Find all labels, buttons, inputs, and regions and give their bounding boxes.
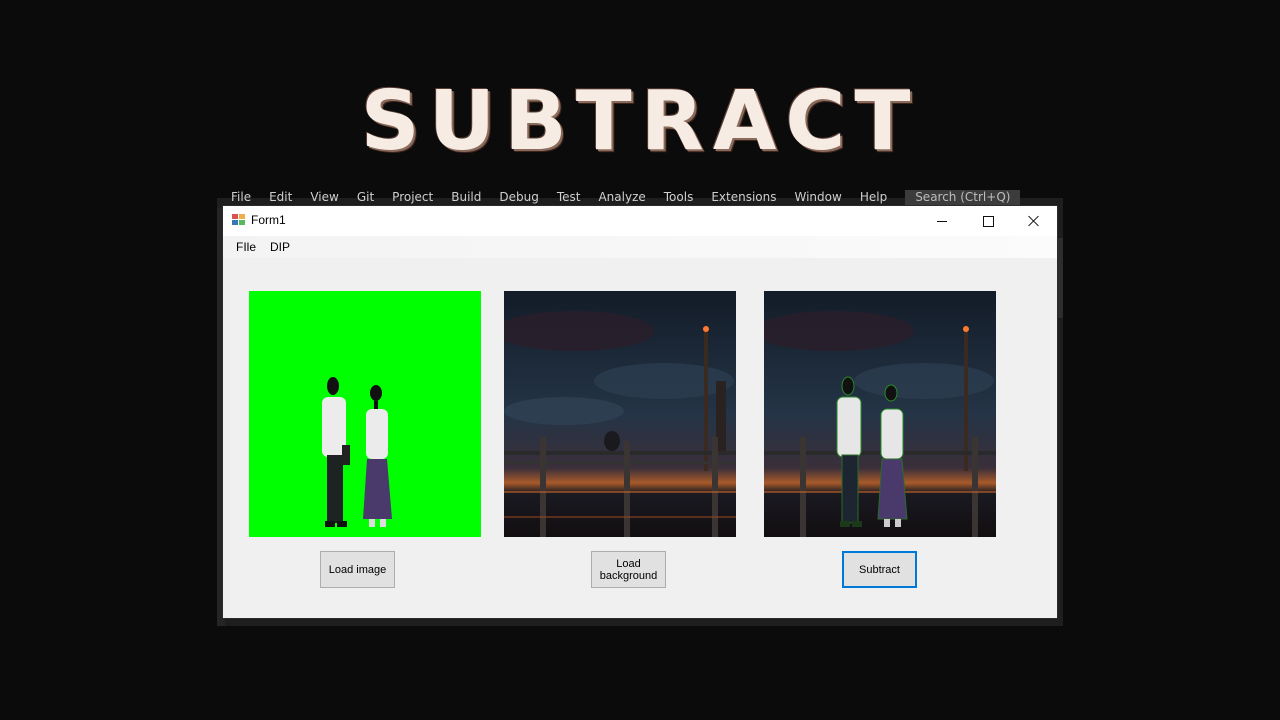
title-bar[interactable]: Form1 — [223, 206, 1057, 236]
menu-bar: FIle DIP — [223, 236, 1057, 258]
window-title: Form1 — [251, 213, 286, 227]
menu-dip[interactable]: DIP — [263, 236, 297, 258]
ide-menu-build[interactable]: Build — [451, 190, 481, 206]
ide-menu-git[interactable]: Git — [357, 190, 374, 206]
form1-window: Form1 FIle DIP Load image Load backgroun… — [223, 206, 1057, 618]
minimize-icon — [937, 220, 947, 222]
ide-menu-bar: File Edit View Git Project Build Debug T… — [217, 190, 1063, 206]
maximize-icon — [982, 215, 994, 227]
ide-menu-view[interactable]: View — [310, 190, 338, 206]
ide-menu-help[interactable]: Help — [860, 190, 887, 206]
ide-menu-file[interactable]: File — [231, 190, 251, 206]
subtract-button[interactable]: Subtract — [842, 551, 917, 588]
load-image-button[interactable]: Load image — [320, 551, 395, 588]
result-image — [764, 291, 996, 537]
ide-menu-edit[interactable]: Edit — [269, 190, 292, 206]
ide-menu-window[interactable]: Window — [795, 190, 842, 206]
foreground-image — [249, 291, 481, 537]
load-background-button[interactable]: Load background — [591, 551, 666, 588]
ide-search-box[interactable]: Search (Ctrl+Q) — [905, 190, 1021, 206]
headline: SUBTRACT — [360, 74, 920, 169]
close-icon — [1028, 215, 1040, 227]
app-icon — [232, 214, 245, 226]
ide-menu-project[interactable]: Project — [392, 190, 433, 206]
maximize-button[interactable] — [965, 206, 1011, 236]
ide-menu-analyze[interactable]: Analyze — [598, 190, 645, 206]
ide-menu-test[interactable]: Test — [557, 190, 581, 206]
ide-menu-debug[interactable]: Debug — [499, 190, 538, 206]
close-button[interactable] — [1011, 206, 1057, 236]
ide-menu-extensions[interactable]: Extensions — [711, 190, 776, 206]
ide-menu-tools[interactable]: Tools — [664, 190, 694, 206]
minimize-button[interactable] — [919, 206, 965, 236]
background-image — [504, 291, 736, 537]
menu-file[interactable]: FIle — [229, 236, 263, 258]
